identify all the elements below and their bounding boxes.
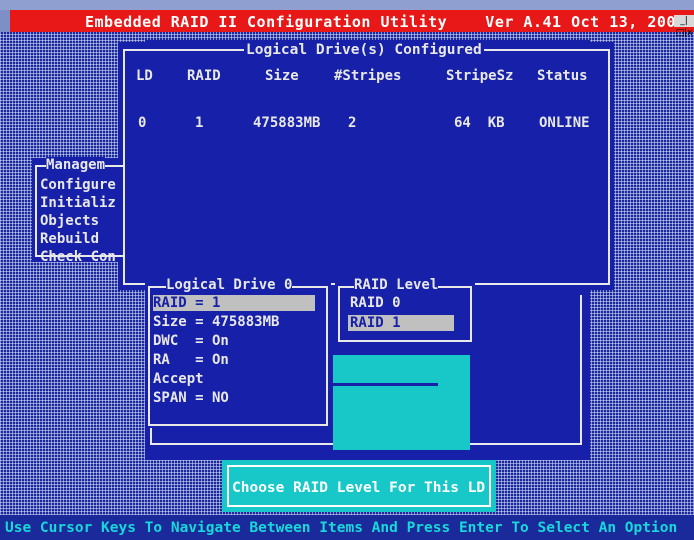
col-header-stripes: #Stripes (334, 68, 402, 84)
menu-item-objects[interactable]: Objects (40, 213, 99, 229)
cyan-block-base (333, 424, 470, 450)
col-header-size: Size (265, 68, 299, 84)
cell-status: ONLINE (539, 115, 590, 131)
status-bar: Use Cursor Keys To Navigate Between Item… (0, 515, 694, 540)
status-bar-text: Use Cursor Keys To Navigate Between Item… (5, 520, 678, 536)
col-header-status: Status (537, 68, 588, 84)
ld-option-span[interactable]: SPAN = NO (153, 390, 229, 406)
ld-option-ra[interactable]: RA = On (153, 352, 229, 368)
window-controls[interactable]: _|□|x (674, 15, 694, 38)
menu-item-initialize[interactable]: Initializ (40, 195, 116, 211)
logical-drive-0-title: Logical Drive 0 (166, 277, 293, 293)
cyan-block-top (333, 355, 439, 383)
menu-item-check-consistency[interactable]: Check Con (40, 249, 116, 265)
col-header-stripesz: StripeSz (446, 68, 514, 84)
raid-option-0[interactable]: RAID 0 (350, 295, 401, 311)
app-title: Embedded RAID II Configuration Utility V… (85, 13, 686, 31)
cell-size: 475883MB (253, 115, 321, 131)
management-menu-title: Managem (46, 157, 106, 173)
cell-stripes: 2 (348, 115, 357, 131)
cell-stripesz: 64 KB (454, 115, 505, 131)
logical-drives-title: Logical Drive(s) Configured (244, 42, 484, 58)
menu-item-rebuild[interactable]: Rebuild (40, 231, 99, 247)
cyan-block-bottom (333, 386, 439, 424)
col-header-ld: LD (136, 68, 153, 84)
message-text: Choose RAID Level For This LD (232, 480, 486, 496)
raid-level-title: RAID Level (354, 277, 439, 293)
raid-option-1[interactable]: RAID 1 (348, 315, 454, 331)
ld-option-size[interactable]: Size = 475883MB (153, 314, 279, 330)
logical-drives-frame (123, 49, 610, 285)
ld-option-accept[interactable]: Accept (153, 371, 204, 387)
cell-raid: 1 (195, 115, 204, 131)
window-top-strip (0, 0, 694, 10)
ld-option-dwc[interactable]: DWC = On (153, 333, 229, 349)
window-edge (0, 10, 10, 32)
title-bar: Embedded RAID II Configuration Utility V… (10, 10, 694, 38)
cell-ld: 0 (138, 115, 147, 131)
col-header-raid: RAID (187, 68, 221, 84)
menu-item-configure[interactable]: Configure (40, 177, 116, 193)
ld-option-raid[interactable]: RAID = 1 (153, 295, 315, 311)
